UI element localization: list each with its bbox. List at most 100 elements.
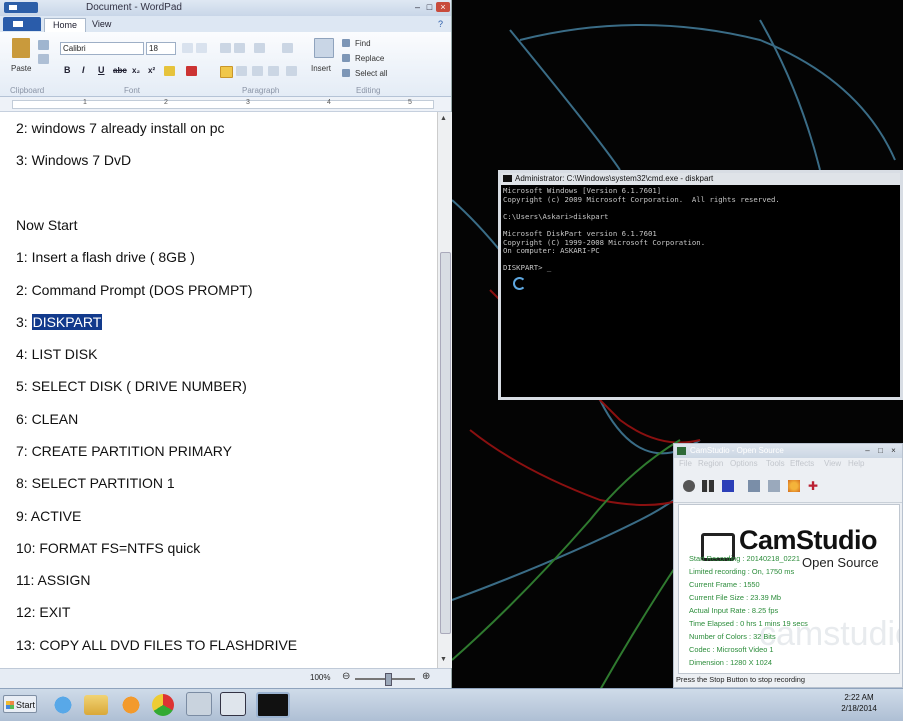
zoom-out-icon[interactable]: ⊖	[342, 671, 350, 682]
justify-icon[interactable]	[268, 66, 279, 76]
camstudio-title-bar: CamStudio - Open Source – □ ×	[674, 444, 902, 458]
ruler-number: 5	[408, 99, 412, 106]
doc-line: 13: COPY ALL DVD FILES TO FLASHDRIVE	[16, 637, 298, 653]
bullet-list-icon[interactable]	[254, 43, 265, 53]
cmd-window[interactable]: Administrator: C:\Windows\system32\cmd.e…	[498, 170, 903, 400]
paragraph-icon[interactable]	[286, 66, 297, 76]
clock-date: 2/18/2014	[841, 704, 877, 713]
annotation-icon[interactable]: ✚	[808, 480, 820, 492]
decrease-indent-icon[interactable]	[220, 43, 231, 53]
zoom-in-icon[interactable]: ⊕	[422, 671, 430, 682]
ruler-number: 4	[327, 99, 331, 106]
stop-icon[interactable]	[722, 480, 734, 492]
insert-icon[interactable]	[314, 38, 334, 58]
shrink-font-icon[interactable]	[196, 43, 207, 53]
text-color-icon[interactable]	[186, 66, 197, 76]
ruler-number: 1	[83, 99, 87, 106]
doc-line: 11: ASSIGN	[16, 572, 91, 588]
tab-view[interactable]: View	[84, 18, 119, 31]
scroll-down-icon[interactable]: ▼	[440, 656, 447, 663]
menu-region[interactable]: Region	[698, 459, 723, 468]
increase-indent-icon[interactable]	[234, 43, 245, 53]
cut-icon[interactable]	[38, 40, 49, 50]
document-area[interactable]: 2: windows 7 already install on pc 3: Wi…	[0, 112, 437, 668]
menu-tools[interactable]: Tools	[766, 459, 785, 468]
effects-icon[interactable]	[788, 480, 800, 492]
quick-access-toolbar[interactable]	[4, 2, 38, 13]
chrome-icon[interactable]	[152, 694, 174, 716]
doc-line: 8: SELECT PARTITION 1	[16, 475, 175, 491]
insert-button[interactable]: Insert	[311, 64, 331, 73]
scroll-up-icon[interactable]: ▲	[440, 115, 447, 122]
ruler[interactable]: 1 2 3 4 5	[0, 97, 451, 112]
camstudio-taskbar-icon[interactable]	[220, 692, 246, 716]
doc-line: 7: CREATE PARTITION PRIMARY	[16, 443, 233, 459]
ruler-number: 3	[246, 99, 250, 106]
menu-help[interactable]: Help	[848, 459, 864, 468]
align-center-icon[interactable]	[236, 66, 247, 76]
region-icon[interactable]	[748, 480, 760, 492]
internet-explorer-icon[interactable]	[50, 692, 76, 718]
paste-button[interactable]: Paste	[11, 64, 31, 73]
doc-line-prefix: 3:	[16, 314, 32, 330]
options-icon[interactable]	[768, 480, 780, 492]
font-name-select[interactable]: Calibri	[60, 42, 144, 55]
stat-line: Start Recording : 20140218_0221	[689, 554, 800, 563]
wordpad-taskbar-icon[interactable]	[186, 692, 212, 716]
close-icon[interactable]: ×	[888, 446, 899, 455]
doc-line: 2: Command Prompt (DOS PROMPT)	[16, 282, 253, 298]
align-right-icon[interactable]	[252, 66, 263, 76]
highlight-color-icon[interactable]	[164, 66, 175, 76]
stat-line: Current Frame : 1550	[689, 580, 760, 589]
font-size-select[interactable]: 18	[146, 42, 176, 55]
help-icon[interactable]: ?	[438, 19, 443, 29]
copy-icon[interactable]	[38, 54, 49, 64]
find-button[interactable]: Find	[355, 39, 371, 48]
strikethrough-button[interactable]: abc	[113, 66, 127, 75]
doc-line: 4: LIST DISK	[16, 346, 98, 362]
doc-line: 3: Windows 7 DvD	[16, 152, 132, 168]
media-player-icon[interactable]	[118, 692, 144, 718]
menu-view[interactable]: View	[824, 459, 841, 468]
grow-font-icon[interactable]	[182, 43, 193, 53]
system-clock[interactable]: 2:22 AM 2/18/2014	[820, 692, 898, 714]
selected-text[interactable]: DISKPART	[31, 314, 103, 330]
pause-icon[interactable]	[702, 480, 714, 492]
minimize-icon[interactable]: –	[862, 446, 873, 455]
line-spacing-icon[interactable]	[282, 43, 293, 53]
superscript-button[interactable]: x²	[148, 66, 155, 75]
camstudio-app-icon	[677, 447, 686, 455]
busy-cursor-icon	[513, 277, 526, 290]
find-icon[interactable]	[342, 39, 350, 47]
close-icon[interactable]: ×	[436, 2, 450, 12]
paste-icon[interactable]	[12, 38, 30, 58]
align-left-icon[interactable]	[220, 66, 233, 78]
file-explorer-icon[interactable]	[84, 695, 108, 715]
minimize-icon[interactable]: –	[412, 2, 423, 12]
start-button[interactable]: Start	[3, 695, 37, 713]
subscript-button[interactable]: x₂	[132, 66, 140, 75]
record-icon[interactable]	[683, 480, 695, 492]
italic-button[interactable]: I	[82, 65, 85, 75]
zoom-slider-knob[interactable]	[385, 673, 392, 686]
menu-options[interactable]: Options	[730, 459, 758, 468]
bold-button[interactable]: B	[64, 65, 71, 75]
select-all-icon[interactable]	[342, 69, 350, 77]
cmd-taskbar-icon[interactable]	[256, 692, 290, 718]
vertical-scrollbar[interactable]: ▲ ▼	[437, 112, 452, 668]
replace-icon[interactable]	[342, 54, 350, 62]
stat-line: Dimension : 1280 X 1024	[689, 658, 772, 667]
wordpad-window: Document - WordPad – □ × Home View ? Pas…	[0, 0, 452, 689]
scroll-thumb[interactable]	[440, 252, 451, 634]
doc-line: 6: CLEAN	[16, 411, 79, 427]
stat-line: Current File Size : 23.39 Mb	[689, 593, 782, 602]
underline-button[interactable]: U	[98, 65, 105, 75]
menu-effects[interactable]: Effects	[790, 459, 814, 468]
maximize-icon[interactable]: □	[875, 446, 886, 455]
file-menu-button[interactable]	[3, 17, 41, 31]
select-all-button[interactable]: Select all	[355, 69, 387, 78]
tab-home[interactable]: Home	[44, 18, 87, 32]
menu-file[interactable]: File	[679, 459, 692, 468]
maximize-icon[interactable]: □	[424, 2, 435, 12]
replace-button[interactable]: Replace	[355, 54, 384, 63]
